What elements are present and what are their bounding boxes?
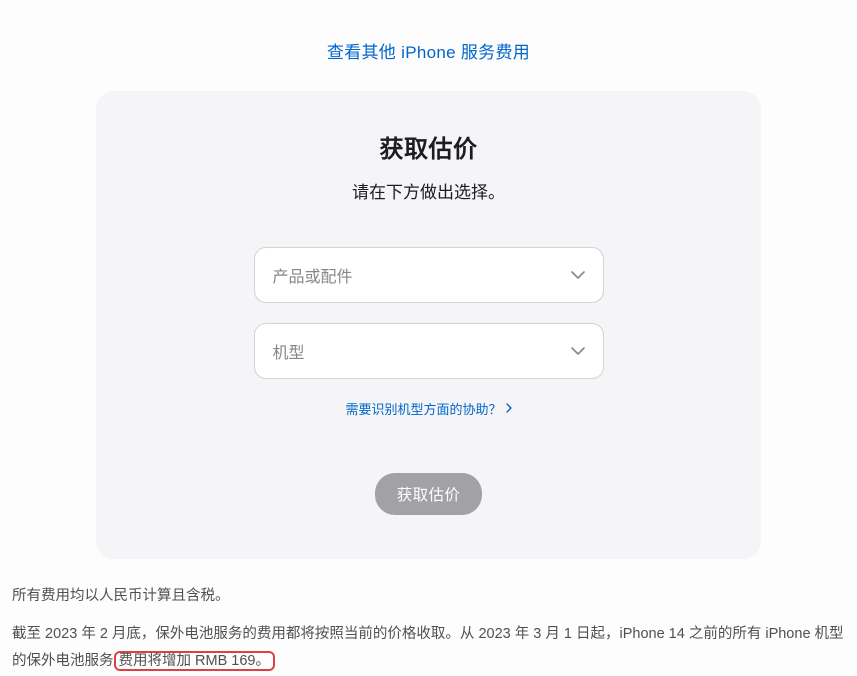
help-link-text: 需要识别机型方面的协助？ [345, 399, 501, 418]
top-link-container: 查看其他 iPhone 服务费用 [0, 0, 857, 91]
card-subtitle: 请在下方做出选择。 [136, 178, 721, 203]
footnote-line-2: 截至 2023 年 2 月底，保外电池服务的费用都将按照当前的价格收取。从 20… [12, 621, 845, 676]
product-dropdown-placeholder: 产品或配件 [273, 263, 353, 287]
get-estimate-button[interactable]: 获取估价 [375, 473, 483, 515]
card-title: 获取估价 [136, 129, 721, 164]
view-other-services-link[interactable]: 查看其他 iPhone 服务费用 [327, 43, 530, 62]
footnote-line-1: 所有费用均以人民币计算且含税。 [12, 583, 845, 611]
product-dropdown[interactable]: 产品或配件 [254, 247, 604, 303]
chevron-down-icon [571, 271, 585, 279]
chevron-right-icon [506, 401, 512, 416]
price-increase-highlight: 费用将增加 RMB 169。 [114, 651, 275, 671]
model-dropdown-placeholder: 机型 [273, 339, 305, 363]
model-dropdown[interactable]: 机型 [254, 323, 604, 379]
footnotes: 所有费用均以人民币计算且含税。 截至 2023 年 2 月底，保外电池服务的费用… [12, 583, 845, 676]
chevron-down-icon [571, 347, 585, 355]
identify-model-help-link[interactable]: 需要识别机型方面的协助？ [345, 399, 511, 418]
estimate-card: 获取估价 请在下方做出选择。 产品或配件 机型 需要识别机型方面的协助？ 获取估… [96, 91, 761, 559]
help-link-container: 需要识别机型方面的协助？ [136, 399, 721, 419]
